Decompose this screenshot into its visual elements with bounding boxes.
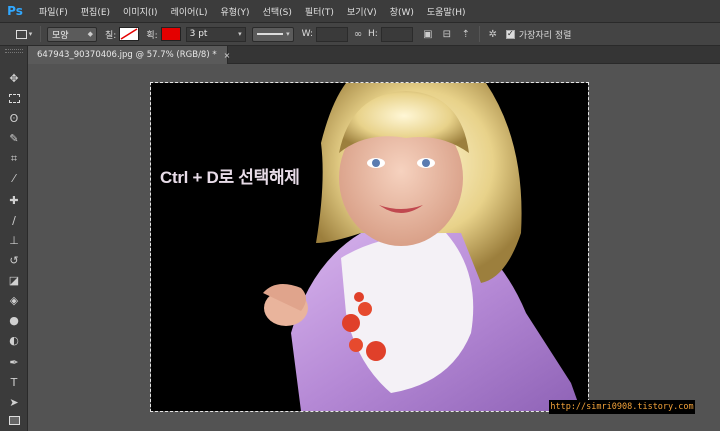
close-icon[interactable]: × — [224, 51, 231, 60]
canvas-area: Ctrl + D로 선택해제 — [28, 65, 720, 431]
caret-down-icon: ▾ — [286, 30, 290, 38]
stroke-type-dropdown[interactable]: ▾ — [251, 26, 294, 42]
fill-label: 칠: — [105, 30, 117, 41]
photoshop-logo: Ps — [7, 4, 23, 18]
history-brush-icon[interactable]: ↺ — [6, 252, 22, 268]
paint-bucket-icon[interactable]: ◈ — [6, 292, 22, 308]
instruction-caption: Ctrl + D로 선택해제 — [160, 168, 300, 187]
menu-view[interactable]: 보기(V) — [347, 5, 377, 18]
align-edges-checkbox[interactable]: ✓ — [505, 29, 515, 39]
options-bar: ▾ 모양 ◆ 칠: 획: 3 pt ▾ ▾ W: ∞ H: ▣ ⊟ ⇡ ✲ ✓ … — [0, 22, 720, 46]
tool-preset-picker[interactable]: ▾ — [14, 26, 34, 42]
rectangle-shape-icon[interactable] — [6, 412, 22, 428]
path-select-icon[interactable]: ➤ — [6, 394, 22, 410]
menu-help[interactable]: 도움말(H) — [427, 5, 466, 18]
photo-girl-image — [263, 83, 581, 411]
path-operations-icon[interactable]: ▣ — [421, 27, 435, 41]
caret-down-icon: ▾ — [238, 30, 242, 38]
document-canvas[interactable]: Ctrl + D로 선택해제 — [151, 83, 588, 411]
divider — [478, 26, 480, 42]
dodge-icon[interactable]: ◐ — [6, 332, 22, 348]
rect-marquee-icon[interactable] — [6, 90, 22, 106]
spinner-icon: ◆ — [87, 30, 93, 38]
toolbox-grip[interactable] — [5, 49, 23, 53]
move-icon[interactable]: ✥ — [6, 70, 22, 86]
eyedropper-icon[interactable]: ⁄ — [6, 170, 22, 186]
pen-icon[interactable]: ✒ — [6, 354, 22, 370]
path-arrangement-icon[interactable]: ⇡ — [459, 27, 473, 41]
document-tab-title: 647943_90370406.jpg @ 57.7% (RGB/8) * — [37, 50, 217, 60]
menu-image[interactable]: 이미지(I) — [123, 5, 158, 18]
gear-icon[interactable]: ✲ — [486, 27, 500, 41]
stroke-size-field[interactable]: 3 pt ▾ — [185, 26, 246, 42]
caret-down-icon: ▾ — [28, 30, 33, 38]
no-fill-slash-icon — [120, 28, 138, 40]
healing-brush-icon[interactable]: ✚ — [6, 192, 22, 208]
menu-window[interactable]: 창(W) — [390, 5, 414, 18]
document-tab[interactable]: 647943_90370406.jpg @ 57.7% (RGB/8) * × — [28, 46, 231, 64]
shape-mode-value: 모양 — [52, 30, 69, 41]
height-field[interactable] — [380, 26, 413, 42]
blur-icon[interactable]: ● — [6, 312, 22, 328]
width-field[interactable] — [316, 26, 349, 42]
menu-filter[interactable]: 필터(T) — [305, 5, 334, 18]
eraser-icon[interactable]: ◪ — [6, 272, 22, 288]
shape-mode-dropdown[interactable]: 모양 ◆ — [47, 26, 97, 42]
link-icon[interactable]: ∞ — [351, 27, 365, 41]
menu-file[interactable]: 파일(F) — [39, 5, 68, 18]
path-alignment-icon[interactable]: ⊟ — [440, 27, 454, 41]
watermark-url: http://simri0908.tistory.com — [549, 400, 695, 414]
rectangle-shape-icon — [15, 29, 27, 39]
stroke-swatch[interactable] — [160, 27, 181, 41]
clone-stamp-icon[interactable]: ⊥ — [6, 232, 22, 248]
document-tab-bar: 647943_90370406.jpg @ 57.7% (RGB/8) * × — [28, 46, 720, 64]
stroke-line-preview — [256, 33, 283, 35]
menu-select[interactable]: 선택(S) — [263, 5, 292, 18]
align-edges-label: 가장자리 정렬 — [518, 30, 572, 41]
width-label: W: — [301, 29, 314, 39]
brush-icon[interactable]: ∕ — [6, 212, 22, 228]
toolbox: ✥ ʘ ✎ ⌗ ⁄ ✚ ∕ ⊥ ↺ ◪ ◈ ● ◐ ✒ T ➤ — [0, 46, 28, 431]
quick-select-icon[interactable]: ✎ — [6, 130, 22, 146]
divider — [40, 26, 41, 42]
menu-layer[interactable]: 레이어(L) — [171, 5, 208, 18]
stroke-label: 획: — [146, 30, 158, 41]
height-label: H: — [368, 29, 378, 39]
menu-type[interactable]: 유형(Y) — [220, 5, 249, 18]
stroke-size-value: 3 pt — [189, 29, 208, 39]
crop-icon[interactable]: ⌗ — [6, 150, 22, 166]
lasso-icon[interactable]: ʘ — [6, 110, 22, 126]
menu-bar: Ps 파일(F) 편집(E) 이미지(I) 레이어(L) 유형(Y) 선택(S)… — [0, 0, 720, 22]
fill-swatch[interactable] — [119, 27, 140, 41]
type-icon[interactable]: T — [6, 374, 22, 390]
menu-edit[interactable]: 편집(E) — [81, 5, 110, 18]
